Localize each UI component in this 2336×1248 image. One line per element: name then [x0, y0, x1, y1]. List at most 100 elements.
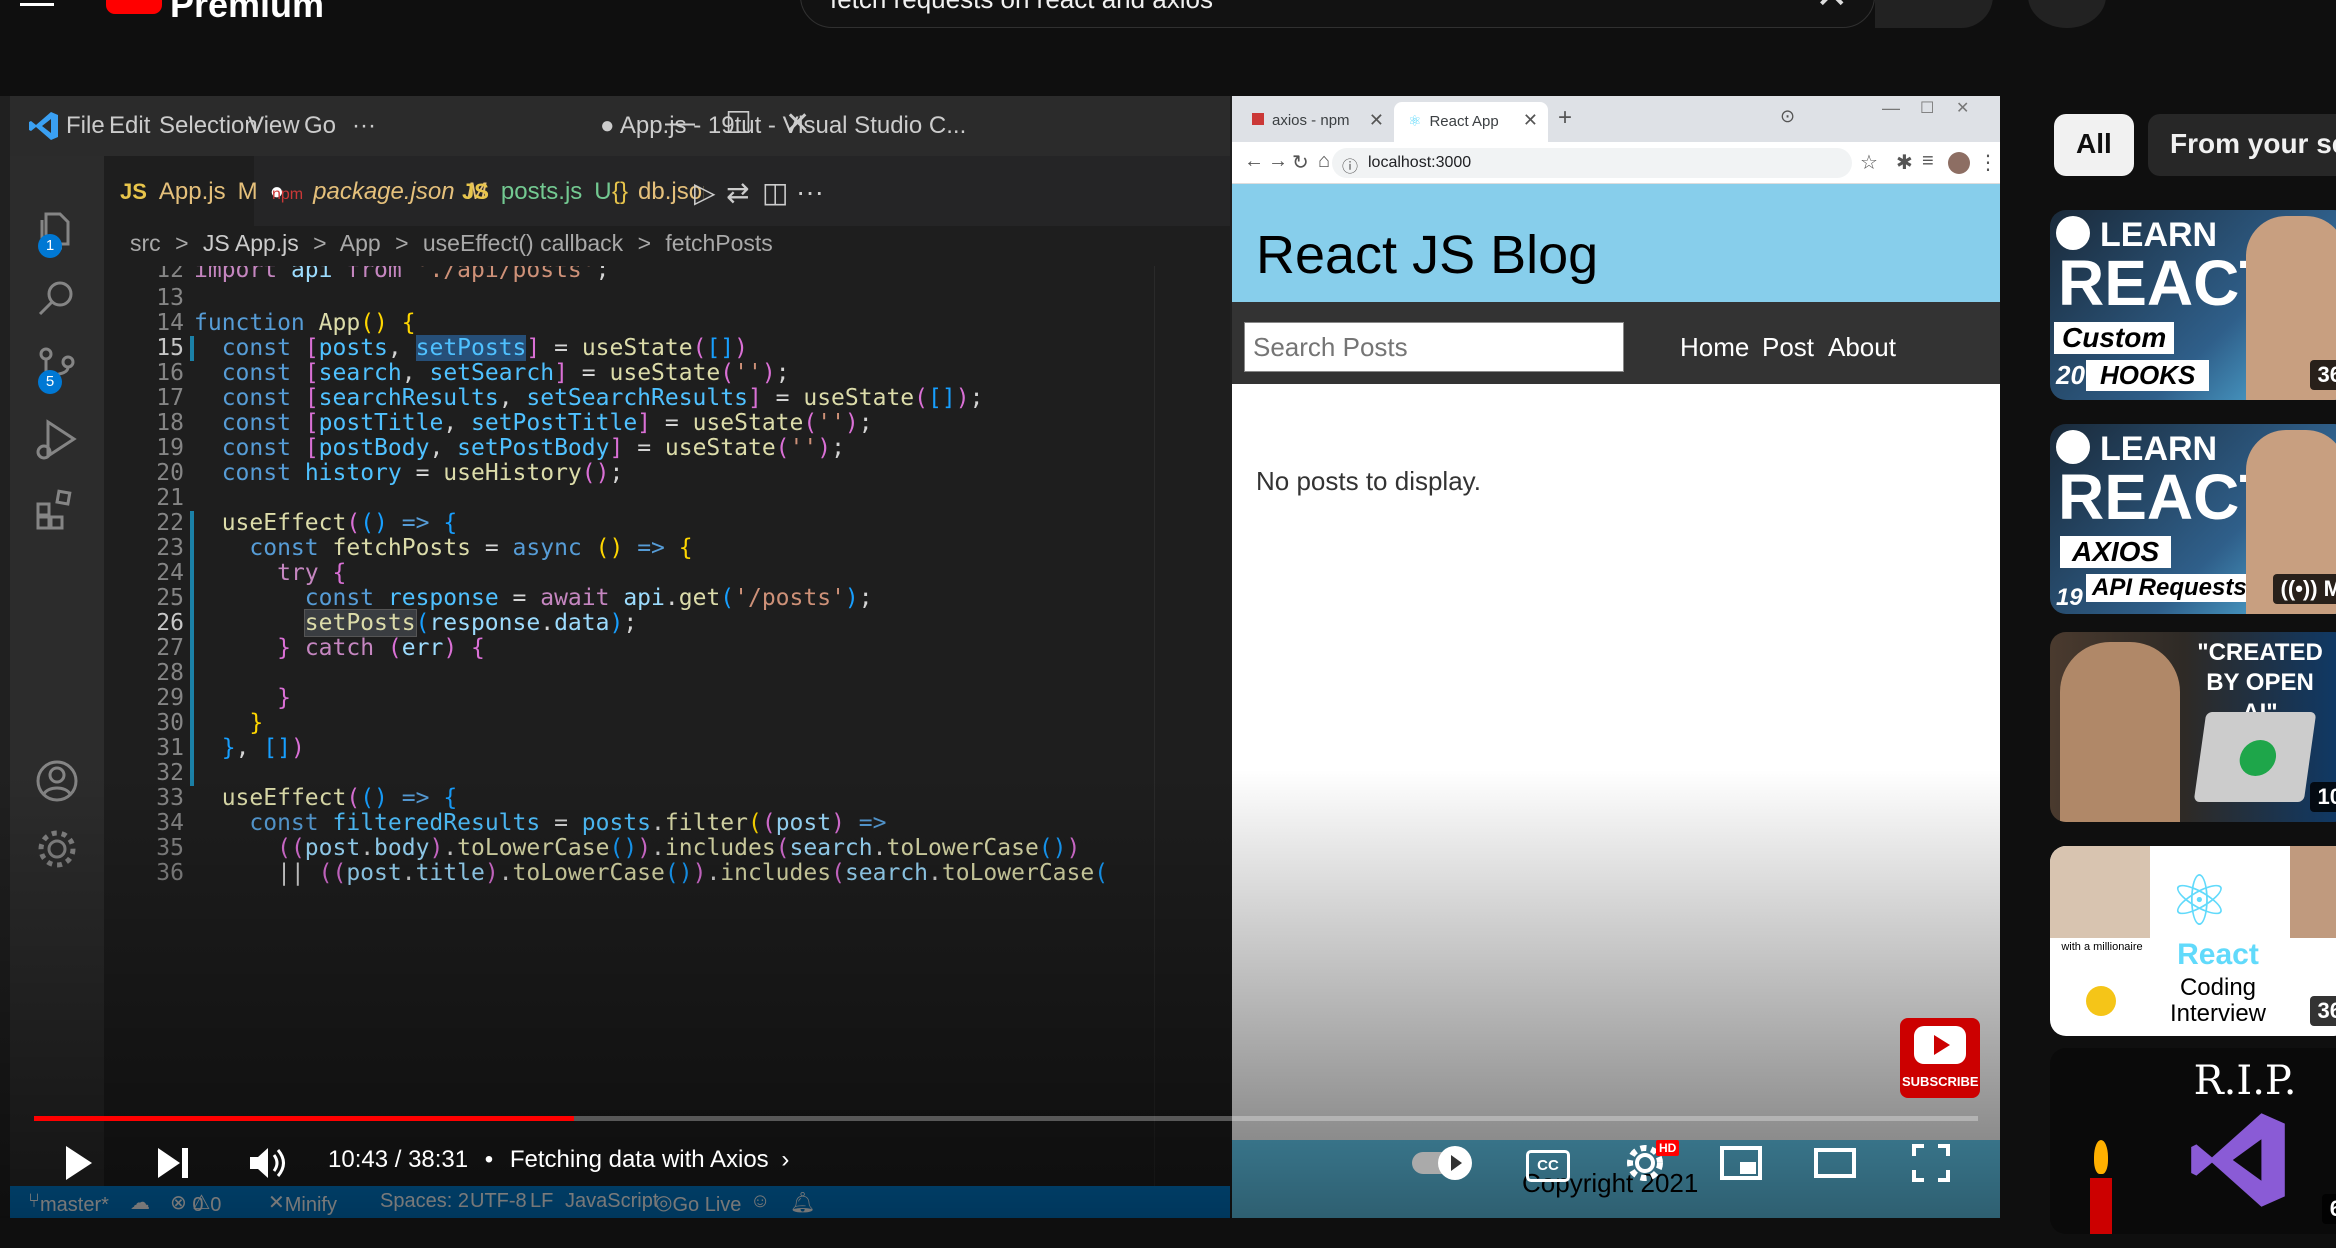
- youtube-header: Premium fetch requests on react and axio…: [0, 0, 2336, 62]
- video-thumbnail[interactable]: with a millionaire ⚛ React Coding Interv…: [2050, 846, 2336, 1036]
- next-video-icon[interactable]: [150, 1140, 196, 1186]
- new-tab-icon[interactable]: +: [1558, 104, 1572, 132]
- run-debug-icon[interactable]: [32, 414, 82, 464]
- captions-icon[interactable]: CC: [1526, 1150, 1570, 1182]
- run-icon[interactable]: ▷: [694, 176, 716, 209]
- code-line: 17 const [searchResults, setSearchResult…: [156, 385, 984, 411]
- fullscreen-icon[interactable]: [1908, 1140, 1954, 1186]
- close-icon[interactable]: ✕: [1956, 98, 1969, 118]
- menu-more[interactable]: ···: [352, 112, 376, 140]
- menu-go[interactable]: Go: [304, 112, 336, 140]
- breadcrumb-item[interactable]: src: [130, 230, 161, 256]
- chapter-title[interactable]: Fetching data with Axios: [510, 1146, 769, 1173]
- subscribe-label: SUBSCRIBE: [1902, 1074, 1979, 1089]
- branch-status[interactable]: ⑂ master*: [28, 1190, 109, 1216]
- autoplay-play-icon: [1451, 1155, 1462, 1171]
- hamburger-menu-icon[interactable]: [20, 0, 54, 6]
- menu-selection[interactable]: Selection: [159, 112, 258, 140]
- close-tab-icon[interactable]: ✕: [1369, 110, 1384, 131]
- go-live-status[interactable]: ◎ Go Live: [655, 1190, 741, 1216]
- tab-db-json[interactable]: {}db.json: [604, 156, 704, 226]
- clear-search-icon[interactable]: ✕: [1815, 0, 1849, 18]
- js-file-icon: JS: [120, 179, 147, 204]
- gear-icon[interactable]: [32, 824, 82, 874]
- site-info-icon[interactable]: ⓘ: [1342, 153, 1358, 177]
- close-tab-icon[interactable]: ✕: [1523, 110, 1538, 131]
- code-line: 36 || ((post.title).toLowerCase()).inclu…: [156, 860, 1109, 886]
- video-thumbnail[interactable]: LEARN REACT Custom HOOKS 20 36: [2050, 210, 2336, 400]
- theater-mode-icon[interactable]: [1812, 1140, 1858, 1186]
- more-actions-icon[interactable]: ···: [796, 176, 824, 208]
- browser-menu-icon[interactable]: ⋮: [1978, 150, 1998, 175]
- problems-status[interactable]: ⊗ 0 ⚠ 0: [170, 1190, 221, 1216]
- video-thumbnail[interactable]: R.I.P. 6: [2050, 1048, 2336, 1234]
- maximize-icon[interactable]: ☐: [725, 106, 752, 141]
- extensions-icon[interactable]: ✱: [1896, 150, 1913, 175]
- nav-post-link[interactable]: Post: [1762, 332, 1814, 363]
- tab-posts-js[interactable]: JS posts.js U: [448, 156, 612, 226]
- chapter-chevron-icon[interactable]: ›: [781, 1146, 789, 1173]
- code-editor[interactable]: 12 import api from './api/posts'; 13 14 fu…: [104, 266, 1230, 1186]
- breadcrumb-item[interactable]: JS App.js: [203, 230, 299, 256]
- volume-icon[interactable]: [244, 1140, 290, 1186]
- tab-package-json[interactable]: npm package.json M: [256, 156, 487, 226]
- account-icon[interactable]: [32, 756, 82, 806]
- close-icon[interactable]: ✕: [785, 106, 810, 141]
- status-bar: ⑂ master* ☁ ⊗ 0 ⚠ 0 ✕ Minify Spaces: 2 U…: [10, 1186, 1230, 1218]
- minimize-icon[interactable]: —: [665, 106, 695, 140]
- back-icon[interactable]: ←: [1244, 150, 1264, 173]
- tab-axios-npm[interactable]: axios - npm ✕: [1238, 102, 1394, 142]
- tab-search-icon[interactable]: ⊙: [1780, 106, 1795, 127]
- minimap[interactable]: [1154, 266, 1230, 1186]
- video-thumbnail[interactable]: LEARN REACT AXIOS API Requests 19 ((•)) …: [2050, 424, 2336, 614]
- profile-avatar[interactable]: [1948, 152, 1970, 174]
- breadcrumb-separator: >: [395, 230, 409, 256]
- miniplayer-icon[interactable]: [1718, 1140, 1764, 1186]
- maximize-icon[interactable]: ☐: [1920, 98, 1934, 118]
- breadcrumb-item[interactable]: fetchPosts: [665, 230, 772, 256]
- bookmark-star-icon[interactable]: ☆: [1860, 150, 1878, 175]
- breadcrumb-item[interactable]: useEffect() callback: [423, 230, 623, 256]
- youtube-logo-text[interactable]: Premium: [170, 0, 324, 26]
- feedback-icon[interactable]: ☺: [750, 1190, 770, 1213]
- tab-react-app[interactable]: ⚛ React App ✕: [1394, 102, 1548, 142]
- encoding-status[interactable]: UTF-8: [470, 1190, 527, 1213]
- reload-icon[interactable]: ↻: [1292, 150, 1309, 175]
- split-editor-icon[interactable]: ◫: [762, 176, 788, 209]
- youtube-logo-icon[interactable]: [106, 0, 162, 14]
- play-icon[interactable]: [54, 1140, 100, 1186]
- code-line: 18 const [postTitle, setPostTitle] = use…: [156, 410, 873, 436]
- sync-icon[interactable]: ☁: [130, 1190, 150, 1215]
- video-thumbnail[interactable]: "CREATED BY OPEN AI" 10: [2050, 632, 2336, 822]
- compare-changes-icon[interactable]: ⇄: [726, 176, 749, 209]
- menu-view[interactable]: View: [248, 112, 300, 140]
- minify-status[interactable]: ✕ Minify: [268, 1190, 337, 1216]
- menu-edit[interactable]: Edit: [109, 112, 150, 140]
- breadcrumb-item[interactable]: App: [340, 230, 381, 256]
- eol-status[interactable]: LF: [530, 1190, 553, 1213]
- search-input[interactable]: [1244, 322, 1624, 372]
- video-player[interactable]: File Edit Selection View Go ··· ● App.js…: [0, 96, 2000, 1218]
- language-status[interactable]: JavaScript: [565, 1190, 658, 1213]
- chip-all[interactable]: All: [2054, 114, 2134, 176]
- autoplay-toggle[interactable]: [1412, 1146, 1472, 1180]
- chip-from-your-search[interactable]: From your se: [2148, 114, 2336, 176]
- notifications-icon[interactable]: 🔔︎: [790, 1190, 815, 1215]
- vscode-titlebar: File Edit Selection View Go ··· ● App.js…: [10, 96, 1230, 156]
- nav-about-link[interactable]: About: [1828, 332, 1896, 363]
- microphone-icon[interactable]: [2028, 0, 2106, 28]
- menu-file[interactable]: File: [66, 112, 105, 140]
- search-button[interactable]: [1875, 0, 1993, 28]
- address-bar[interactable]: ⓘ localhost:3000: [1332, 148, 1852, 178]
- indentation-status[interactable]: Spaces: 2: [380, 1190, 469, 1213]
- search-icon[interactable]: [32, 274, 82, 324]
- code-line: 12 import api from './api/posts';: [156, 266, 610, 283]
- minimize-icon[interactable]: —: [1882, 98, 1900, 119]
- code-line: 30 }: [156, 710, 264, 736]
- forward-icon[interactable]: →: [1268, 150, 1288, 173]
- extensions-icon[interactable]: [32, 484, 82, 534]
- home-icon[interactable]: ⌂: [1318, 150, 1330, 173]
- reading-list-icon[interactable]: ≡: [1922, 150, 1934, 173]
- tab-app-js[interactable]: JS App.js M ●: [104, 156, 284, 226]
- nav-home-link[interactable]: Home: [1680, 332, 1749, 363]
